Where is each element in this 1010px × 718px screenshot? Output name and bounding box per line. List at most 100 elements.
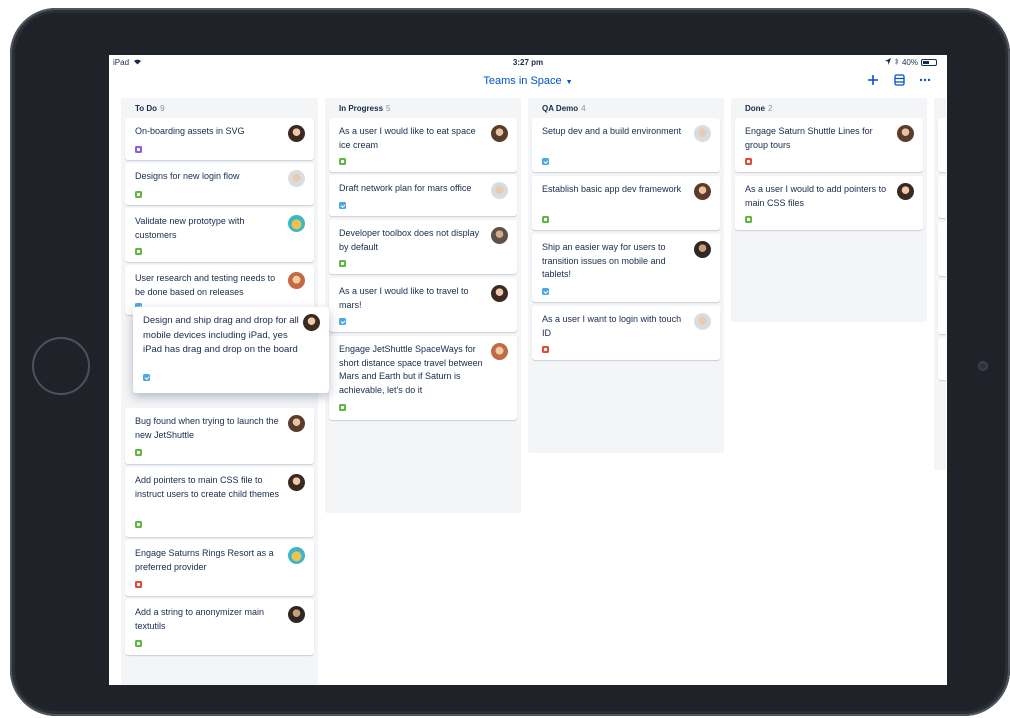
issue-type-icon	[542, 288, 549, 295]
issue-type-icon	[745, 216, 752, 223]
card[interactable]: Engage JetShuttle SpaceWays for short di…	[329, 336, 517, 420]
card[interactable]	[938, 338, 946, 380]
column-in-progress: In Progress 5 As a user I would like to e…	[325, 98, 521, 513]
board-icon	[893, 74, 905, 86]
card-summary: Design and ship drag and drop for all mo…	[143, 315, 299, 355]
more-button[interactable]	[917, 72, 933, 88]
card-summary: On-boarding assets in SVG	[135, 126, 245, 136]
column-header: QA Demo 4	[542, 104, 586, 113]
issue-type-icon	[339, 158, 346, 165]
issue-type-icon	[339, 260, 346, 267]
issue-count: 2	[768, 104, 773, 113]
wifi-icon	[133, 58, 142, 67]
board-title: Teams in Space	[483, 75, 562, 87]
card[interactable]: Establish basic app dev framework	[532, 176, 720, 230]
card-summary: Designs for new login flow	[135, 171, 240, 181]
column-header: To Do 9	[135, 104, 165, 113]
card[interactable]: As a user I would to add pointers to mai…	[735, 176, 923, 230]
issue-type-icon	[135, 191, 142, 198]
avatar	[288, 272, 305, 289]
card[interactable]: As a user I would like to eat space ice …	[329, 118, 517, 172]
issue-type-icon	[135, 146, 142, 153]
board-switcher[interactable]: Teams in Space ▼	[109, 75, 947, 87]
card-summary: Bug found when trying to launch the new …	[135, 416, 279, 440]
issue-type-icon	[339, 202, 346, 209]
card[interactable]: On-boarding assets in SVG	[125, 118, 314, 160]
card[interactable]	[938, 118, 946, 172]
issue-type-icon	[135, 521, 142, 528]
battery-icon	[921, 58, 937, 66]
card-summary: User research and testing needs to be do…	[135, 273, 276, 297]
card[interactable]: Designs for new login flow	[125, 163, 314, 205]
card[interactable]: Add pointers to main CSS file to instruc…	[125, 467, 314, 537]
issue-count: 4	[581, 104, 586, 113]
issue-type-icon	[135, 640, 142, 647]
device-label: iPad	[113, 57, 130, 67]
card[interactable]	[938, 222, 946, 276]
issue-type-icon	[339, 404, 346, 411]
card[interactable]: Engage Saturn Shuttle Lines for group to…	[735, 118, 923, 172]
location-icon	[884, 57, 891, 67]
card-summary: Setup dev and a build environment	[542, 126, 682, 136]
card[interactable]	[938, 176, 946, 218]
avatar	[288, 215, 305, 232]
card-summary: As a user I would like to travel to mars…	[339, 286, 469, 310]
card[interactable]: Bug found when trying to launch the new …	[125, 408, 314, 464]
more-icon	[919, 78, 931, 82]
card[interactable]: As a user I would like to travel to mars…	[329, 278, 517, 332]
card-summary: Engage Saturns Rings Resort as a preferr…	[135, 548, 274, 572]
card-summary: Ship an easier way for users to transiti…	[542, 242, 666, 279]
bluetooth-icon	[894, 57, 899, 67]
ipad-frame: iPad 3:27 pm 40% Teams in Space ▼ To Do …	[10, 8, 1010, 716]
status-bar: iPad 3:27 pm 40%	[109, 55, 947, 69]
card[interactable]: Ship an easier way for users to transiti…	[532, 234, 720, 302]
card[interactable]: Validate new prototype with customers	[125, 208, 314, 262]
card-summary: Draft network plan for mars office	[339, 183, 472, 193]
card[interactable]: Draft network plan for mars office	[329, 175, 517, 216]
avatar	[288, 474, 305, 491]
avatar	[491, 343, 508, 360]
avatar	[303, 314, 320, 331]
column-partial	[934, 98, 946, 470]
column-done: Done 2 Engage Saturn Shuttle Lines for gr…	[731, 98, 927, 322]
dragging-card[interactable]: Design and ship drag and drop for all mo…	[133, 307, 329, 393]
avatar	[694, 125, 711, 142]
avatar	[694, 241, 711, 258]
card-summary: Developer toolbox does not display by de…	[339, 228, 480, 252]
backlog-button[interactable]	[891, 72, 907, 88]
column-header: Done 2	[745, 104, 773, 113]
plus-icon	[868, 75, 878, 85]
avatar	[288, 125, 305, 142]
card[interactable]	[938, 280, 946, 334]
battery-percent: 40%	[901, 57, 918, 67]
issue-type-icon	[143, 374, 150, 381]
camera	[978, 361, 988, 371]
screen: iPad 3:27 pm 40% Teams in Space ▼ To Do …	[109, 55, 947, 685]
add-button[interactable]	[865, 72, 881, 88]
card-summary: Add pointers to main CSS file to instruc…	[135, 475, 280, 499]
avatar	[288, 547, 305, 564]
avatar	[897, 125, 914, 142]
issue-type-icon	[339, 318, 346, 325]
issue-type-icon	[542, 216, 549, 223]
avatar	[694, 313, 711, 330]
home-button[interactable]	[32, 337, 90, 395]
column-header: In Progress 5	[339, 104, 391, 113]
card[interactable]: Developer toolbox does not display by de…	[329, 220, 517, 274]
issue-type-icon	[135, 449, 142, 456]
issue-count: 9	[160, 104, 165, 113]
board-header: Teams in Space ▼	[109, 71, 947, 93]
card[interactable]: Add a string to anonymizer main textutil…	[125, 599, 314, 655]
card[interactable]: As a user I want to login with touch ID	[532, 306, 720, 360]
card[interactable]: Setup dev and a build environment	[532, 118, 720, 172]
card-summary: Validate new prototype with customers	[135, 216, 245, 240]
issue-type-icon	[135, 248, 142, 255]
card-summary: Establish basic app dev framework	[542, 184, 682, 194]
avatar	[491, 285, 508, 302]
card-summary: As a user I would like to eat space ice …	[339, 126, 476, 150]
card[interactable]: Engage Saturns Rings Resort as a preferr…	[125, 540, 314, 596]
card-summary: Engage Saturn Shuttle Lines for group to…	[745, 126, 873, 150]
card-summary: As a user I want to login with touch ID	[542, 314, 682, 338]
issue-type-icon	[745, 158, 752, 165]
card-summary: Engage JetShuttle SpaceWays for short di…	[339, 344, 483, 395]
